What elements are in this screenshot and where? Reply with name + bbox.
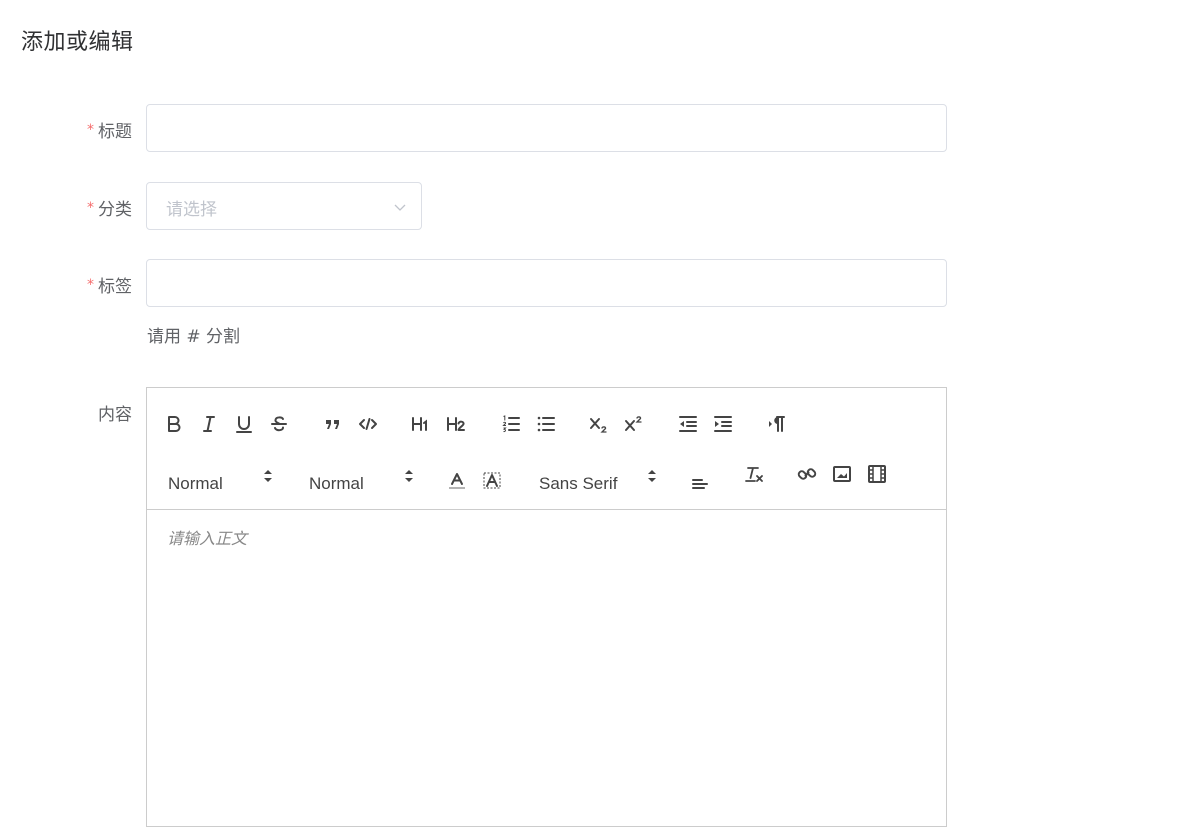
strike-button[interactable] (265, 410, 293, 438)
rich-text-editor: Normal Normal Sans Serif 请输入正文 (146, 387, 947, 827)
code-block-icon (359, 418, 377, 430)
indent-button[interactable] (709, 410, 737, 438)
title-input[interactable] (146, 104, 947, 152)
tags-label: * 标签 (12, 272, 132, 297)
header2-icon (447, 417, 465, 431)
editor-toolbar: Normal Normal Sans Serif (147, 388, 946, 510)
category-label: * 分类 (12, 195, 132, 220)
tags-input[interactable] (146, 259, 947, 307)
bullet-list-icon (537, 416, 555, 432)
picker-arrows-icon (405, 470, 413, 482)
italic-icon (203, 416, 215, 432)
font-picker[interactable]: Sans Serif (539, 467, 659, 495)
strike-icon (271, 416, 287, 432)
background-color-button[interactable] (478, 467, 506, 495)
clean-format-button[interactable] (740, 460, 768, 488)
image-icon (833, 466, 851, 482)
blockquote-icon (326, 420, 339, 429)
required-mark: * (87, 122, 94, 138)
subscript-button[interactable] (585, 410, 613, 438)
direction-rtl-icon (769, 416, 785, 432)
video-button[interactable] (863, 460, 891, 488)
editor-content[interactable]: 请输入正文 (167, 525, 247, 549)
video-icon (868, 465, 886, 483)
header2-button[interactable] (442, 410, 470, 438)
tags-hint: 请用 # 分割 (147, 327, 241, 347)
header1-icon (412, 417, 427, 431)
subscript-icon (590, 418, 607, 433)
header-picker-label: Normal (168, 474, 223, 493)
tags-label-text: 标签 (98, 277, 132, 297)
font-color-button[interactable] (443, 467, 471, 495)
required-mark: * (87, 200, 94, 216)
blockquote-button[interactable] (319, 410, 347, 438)
image-button[interactable] (828, 460, 856, 488)
header1-button[interactable] (407, 410, 435, 438)
size-picker-label: Normal (309, 474, 364, 493)
outdent-button[interactable] (674, 410, 702, 438)
page-title: 添加或编辑 (21, 30, 134, 55)
title-label: * 标题 (12, 117, 132, 142)
superscript-icon (625, 416, 642, 431)
outdent-icon (679, 416, 697, 432)
picker-arrows-icon (648, 470, 656, 482)
font-picker-label: Sans Serif (539, 474, 618, 493)
font-color-icon (449, 473, 465, 489)
superscript-button[interactable] (620, 410, 648, 438)
code-block-button[interactable] (354, 410, 382, 438)
underline-button[interactable] (230, 410, 258, 438)
direction-button[interactable] (763, 410, 791, 438)
align-button[interactable] (686, 467, 714, 495)
title-label-text: 标题 (98, 122, 132, 142)
category-label-text: 分类 (98, 200, 132, 220)
background-color-icon (483, 472, 501, 489)
italic-button[interactable] (195, 410, 223, 438)
picker-arrows-icon (264, 470, 272, 482)
clean-format-icon (745, 467, 763, 482)
bullet-list-button[interactable] (532, 410, 560, 438)
category-select[interactable]: 请选择 (146, 182, 422, 230)
ordered-list-icon (502, 415, 520, 433)
indent-icon (714, 416, 732, 432)
ordered-list-button[interactable] (497, 410, 525, 438)
header-picker[interactable]: Normal (168, 467, 278, 495)
bold-icon (168, 416, 181, 432)
underline-icon (236, 416, 252, 433)
bold-button[interactable] (160, 410, 188, 438)
category-placeholder: 请选择 (166, 200, 217, 220)
align-icon (692, 479, 708, 489)
link-icon (797, 468, 817, 480)
content-label: 内容 (98, 405, 132, 425)
chevron-down-icon (394, 204, 406, 211)
link-button[interactable] (793, 460, 821, 488)
size-picker[interactable]: Normal (309, 467, 419, 495)
required-mark: * (87, 277, 94, 293)
